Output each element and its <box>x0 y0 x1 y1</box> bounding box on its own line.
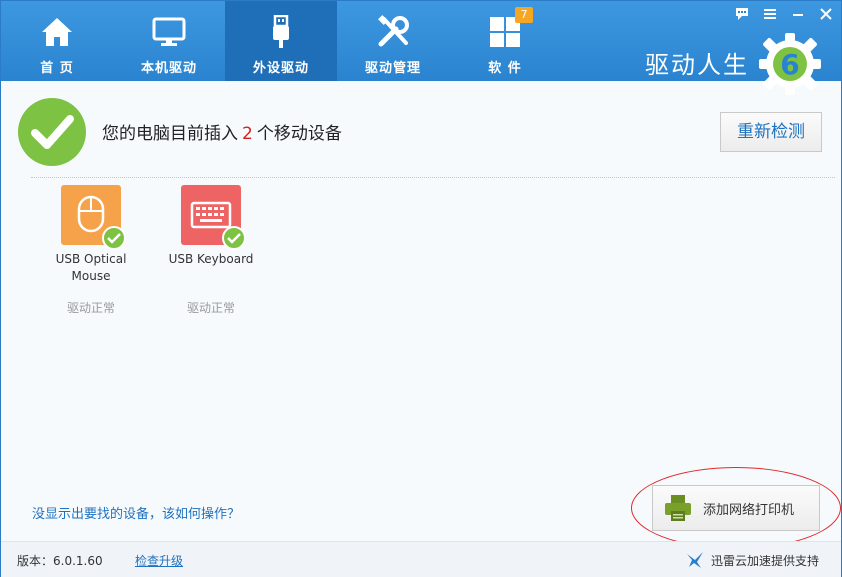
usb-icon <box>263 15 299 49</box>
device-name-line2: Mouse <box>71 269 111 283</box>
brand-logo-digit: 6 <box>780 48 799 81</box>
nav-peripheral-drivers-label: 外设驱动 <box>252 61 309 76</box>
status-prefix: 您的电脑目前插入 <box>102 124 238 144</box>
device-status: 驱动正常 <box>186 301 235 315</box>
version-label: 版本：6.0.1.60 <box>17 554 103 568</box>
driver-ok-icon <box>102 226 126 250</box>
keyboard-icon <box>181 185 246 250</box>
mouse-icon <box>61 185 126 250</box>
close-icon[interactable] <box>817 5 835 23</box>
success-check-icon <box>18 98 86 166</box>
device-card-mouse[interactable]: USB Optical Mouse 驱动正常 <box>41 185 141 316</box>
nav-software-label: 软 件 <box>488 61 522 76</box>
section-divider <box>31 177 835 178</box>
thunder-bird-icon <box>687 552 703 568</box>
support-text: 迅雷云加速提供支持 <box>711 553 820 568</box>
highlight-annotation <box>631 467 841 549</box>
home-icon <box>39 15 75 49</box>
software-update-badge: 7 <box>515 7 533 23</box>
nav-local-drivers-label: 本机驱动 <box>140 61 197 76</box>
nav-driver-management[interactable]: 驱动管理 <box>337 1 449 81</box>
nav-driver-management-label: 驱动管理 <box>364 61 421 76</box>
tools-icon <box>375 15 411 49</box>
menu-icon[interactable] <box>761 5 779 23</box>
feedback-icon[interactable] <box>733 5 751 23</box>
device-status: 驱动正常 <box>66 301 115 315</box>
device-name: USB Keyboard <box>161 251 261 268</box>
brand-name: 驱动人生 <box>645 51 749 79</box>
nav-peripheral-drivers[interactable]: 外设驱动 <box>225 1 337 81</box>
minimize-icon[interactable] <box>789 5 807 23</box>
header-bar: 首 页 本机驱动 外设驱动 驱动管理 7 软 件 驱动人生 6 <box>1 1 841 95</box>
app-window: 首 页 本机驱动 外设驱动 驱动管理 7 软 件 驱动人生 6 您的电脑目前插入… <box>0 0 842 577</box>
device-card-keyboard[interactable]: USB Keyboard 驱动正常 <box>161 185 261 316</box>
device-name: USB Optical Mouse <box>41 251 141 285</box>
check-update-link[interactable]: 检查升级 <box>135 552 183 569</box>
device-name-line1: USB Optical <box>55 252 127 266</box>
device-name-line1: USB Keyboard <box>168 252 254 266</box>
brand-gear-logo: 6 <box>759 33 821 95</box>
rescan-button[interactable]: 重新检测 <box>720 112 822 152</box>
driver-ok-icon <box>222 226 246 250</box>
status-footer: 版本：6.0.1.60 检查升级 迅雷云加速提供支持 <box>1 541 841 577</box>
device-count-status: 您的电脑目前插入 2 个移动设备 <box>102 119 342 144</box>
missing-device-help-link[interactable]: 没显示出要找的设备，该如何操作？ <box>32 503 240 522</box>
main-nav: 首 页 本机驱动 外设驱动 驱动管理 7 软 件 <box>1 1 561 81</box>
nav-local-drivers[interactable]: 本机驱动 <box>113 1 225 81</box>
cloud-support-credit: 迅雷云加速提供支持 <box>685 550 819 570</box>
nav-home[interactable]: 首 页 <box>1 1 113 81</box>
device-count: 2 <box>242 124 253 144</box>
nav-home-label: 首 页 <box>40 61 74 76</box>
window-controls <box>733 5 835 23</box>
nav-software[interactable]: 7 软 件 <box>449 1 561 81</box>
monitor-icon <box>151 15 187 49</box>
status-suffix: 个移动设备 <box>256 124 342 144</box>
